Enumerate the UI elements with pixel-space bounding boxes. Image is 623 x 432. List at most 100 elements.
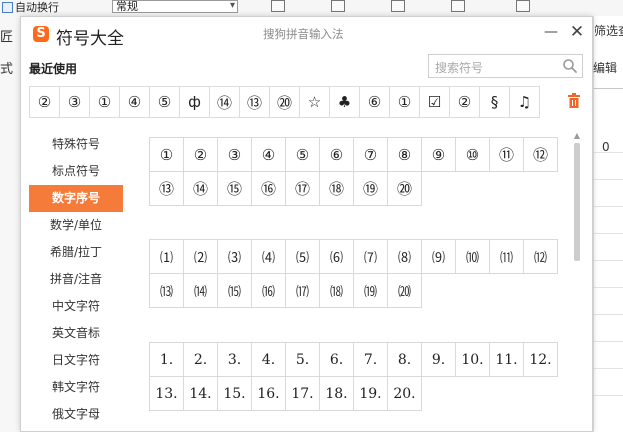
recent-symbol-cell[interactable]: ①	[89, 86, 120, 118]
recent-symbol-cell[interactable]: ☆	[299, 86, 330, 118]
wrap-text-button[interactable]: 自动换行	[2, 0, 59, 14]
category-item[interactable]: 标点符号	[29, 158, 123, 185]
symbol-cell[interactable]: 20.	[388, 377, 422, 411]
symbol-cell[interactable]: ⑲	[354, 172, 388, 206]
symbol-cell[interactable]: ⑵	[184, 240, 218, 274]
scroll-up-arrow[interactable]: ▲	[572, 131, 582, 141]
symbol-cell[interactable]: ⑤	[286, 138, 320, 172]
symbol-cell[interactable]: 13.	[150, 377, 184, 411]
symbol-cell[interactable]: 18.	[320, 377, 354, 411]
table-format-icon[interactable]	[265, 0, 291, 14]
symbol-cell[interactable]: 17.	[286, 377, 320, 411]
symbol-cell[interactable]: 5.	[286, 343, 320, 377]
symbol-cell[interactable]: ⑰	[286, 172, 320, 206]
recent-symbol-cell[interactable]: ♫	[509, 86, 540, 118]
symbol-cell[interactable]: 6.	[320, 343, 354, 377]
symbol-cell[interactable]: ⑨	[422, 138, 456, 172]
symbol-cell[interactable]: ⑼	[422, 240, 456, 274]
symbol-cell[interactable]: 1.	[150, 343, 184, 377]
symbol-cell[interactable]: ⑩	[456, 138, 490, 172]
category-item[interactable]: 英文音标	[29, 320, 123, 347]
symbol-cell[interactable]: 3.	[218, 343, 252, 377]
search-input[interactable]: 搜索符号	[428, 54, 583, 78]
recent-symbol-cell[interactable]: ⑤	[149, 86, 180, 118]
recent-symbol-cell[interactable]: ②	[29, 86, 60, 118]
category-item[interactable]: 数学/单位	[29, 212, 123, 239]
symbol-cell[interactable]: ⑽	[456, 240, 490, 274]
symbol-cell[interactable]: ⑷	[252, 240, 286, 274]
symbol-cell[interactable]: ⒁	[184, 274, 218, 308]
symbol-cell[interactable]: ⑳	[388, 172, 422, 206]
recent-symbol-cell[interactable]: ☑	[419, 86, 450, 118]
symbol-cell[interactable]: 7.	[354, 343, 388, 377]
insert-icon[interactable]	[445, 0, 471, 14]
symbol-cell[interactable]: ②	[184, 138, 218, 172]
symbol-cell[interactable]: ③	[218, 138, 252, 172]
symbol-cell[interactable]: ⒂	[218, 274, 252, 308]
symbol-cell[interactable]: ⑯	[252, 172, 286, 206]
symbol-cell[interactable]: ⑦	[354, 138, 388, 172]
trash-icon[interactable]	[567, 93, 581, 109]
symbol-cell[interactable]: ⑾	[490, 240, 524, 274]
category-item[interactable]: 日文字符	[29, 347, 123, 374]
symbol-cell[interactable]: ⒅	[320, 274, 354, 308]
category-item[interactable]: 特殊符号	[29, 131, 123, 158]
symbol-cell[interactable]: ⑫	[524, 138, 558, 172]
symbol-cell[interactable]: ⑱	[320, 172, 354, 206]
recent-symbol-cell[interactable]: ⑭	[209, 86, 240, 118]
symbol-cell[interactable]: ⑹	[320, 240, 354, 274]
filter-label[interactable]: 筛选	[594, 22, 618, 39]
category-item[interactable]: 拼音/注音	[29, 266, 123, 293]
symbol-cell[interactable]: ⑧	[388, 138, 422, 172]
symbol-cell[interactable]: ⑬	[150, 172, 184, 206]
recent-symbol-cell[interactable]: ④	[119, 86, 150, 118]
symbol-cell[interactable]: 12.	[524, 343, 558, 377]
symbol-cell[interactable]: ⑺	[354, 240, 388, 274]
recent-symbol-cell[interactable]: ③	[59, 86, 90, 118]
recent-symbol-cell[interactable]: ⑥	[359, 86, 390, 118]
category-item[interactable]: 数字序号	[29, 185, 123, 212]
symbol-cell[interactable]: ⑻	[388, 240, 422, 274]
recent-symbol-cell[interactable]: ф	[179, 86, 210, 118]
search-icon[interactable]	[562, 58, 578, 74]
symbol-cell[interactable]: ⒆	[354, 274, 388, 308]
symbol-cell[interactable]: ⑴	[150, 240, 184, 274]
recent-symbol-cell[interactable]: ②	[449, 86, 480, 118]
symbol-cell[interactable]: ⒃	[252, 274, 286, 308]
category-item[interactable]: 中文字符	[29, 293, 123, 320]
symbol-cell[interactable]: ⑸	[286, 240, 320, 274]
number-format-select[interactable]: 常规	[112, 0, 238, 13]
symbol-cell[interactable]: ⑶	[218, 240, 252, 274]
symbol-cell[interactable]: ⑪	[490, 138, 524, 172]
symbol-cell[interactable]: 10.	[456, 343, 490, 377]
symbol-cell[interactable]: 2.	[184, 343, 218, 377]
symbol-cell[interactable]: 16.	[252, 377, 286, 411]
symbol-cell[interactable]: ⑭	[184, 172, 218, 206]
delete-icon[interactable]	[510, 0, 536, 14]
recent-symbol-cell[interactable]: ⑬	[239, 86, 270, 118]
symbol-cell[interactable]: 8.	[388, 343, 422, 377]
dialog-titlebar[interactable]: S 符号大全 搜狗拼音输入法 — ✕	[21, 17, 592, 51]
cell-style-icon[interactable]	[325, 0, 351, 14]
find-label[interactable]: 查	[618, 22, 623, 39]
symbol-cell[interactable]: ⑮	[218, 172, 252, 206]
recent-symbol-cell[interactable]: ♣	[329, 86, 360, 118]
category-item[interactable]: 韩文字符	[29, 374, 123, 401]
symbol-cell[interactable]: ⑿	[524, 240, 558, 274]
category-item[interactable]: 希腊/拉丁	[29, 239, 123, 266]
scrollbar-thumb[interactable]	[574, 143, 580, 261]
symbol-cell[interactable]: 14.	[184, 377, 218, 411]
recent-symbol-cell[interactable]: ①	[389, 86, 420, 118]
symbol-cell[interactable]: 19.	[354, 377, 388, 411]
recent-symbol-cell[interactable]: ⑳	[269, 86, 300, 118]
minimize-button[interactable]: —	[541, 22, 561, 42]
symbol-cell[interactable]: ⒄	[286, 274, 320, 308]
symbol-cell[interactable]: ⒀	[150, 274, 184, 308]
edit-icon[interactable]	[385, 0, 411, 14]
symbol-cell[interactable]: ⒇	[388, 274, 422, 308]
symbol-cell[interactable]: ⑥	[320, 138, 354, 172]
symbol-cell[interactable]: ④	[252, 138, 286, 172]
symbol-cell[interactable]: 4.	[252, 343, 286, 377]
symbol-cell[interactable]: ①	[150, 138, 184, 172]
recent-symbol-cell[interactable]: §	[479, 86, 510, 118]
